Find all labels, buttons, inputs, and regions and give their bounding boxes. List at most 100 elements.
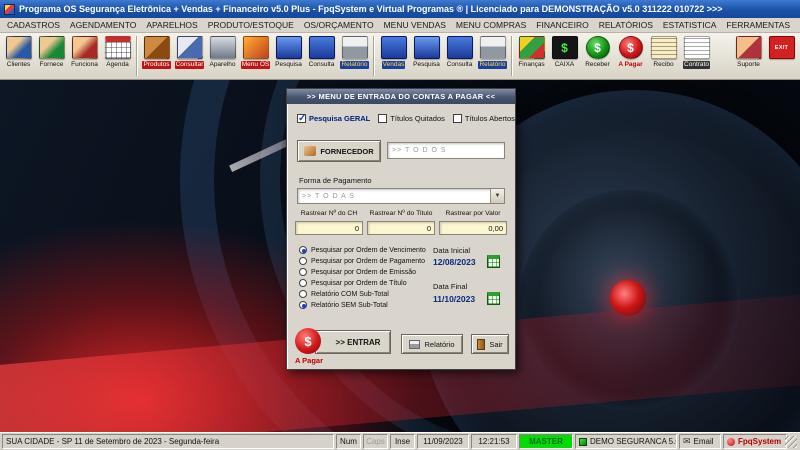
checkbox-label: Títulos Abertos [465,114,515,123]
radio-relatorio-com-subtotal[interactable]: Relatório COM Sub-Total [299,290,389,298]
toolbar-label: Consulta [308,61,336,69]
toolbar-button-financas[interactable]: Finanças [515,35,548,69]
exit-icon: EXIT [769,36,795,59]
printer-icon [409,340,420,349]
search-monitor-icon [276,36,302,59]
status-caps-lock: Caps [363,434,388,449]
toolbar-button-a-pagar[interactable]: $ A Pagar [614,35,647,69]
toolbar-button-produtos[interactable]: Produtos [140,35,173,69]
toolbar-button-pesquisa-os[interactable]: Pesquisa [272,35,305,69]
radio-ordem-vencimento[interactable]: Pesquisar por Ordem de Vencimento [299,246,426,254]
menu-os-orcamento[interactable]: OS/ORÇAMENTO [299,20,379,30]
report-printer-icon [342,36,368,59]
toolbar-separator [373,36,375,76]
brand-logo-icon [727,438,735,446]
calendar-picker-icon[interactable] [487,292,500,305]
menu-ferramentas[interactable]: FERRAMENTAS [721,20,795,30]
envelope-icon: ✉ [683,436,691,447]
menu-ajuda[interactable]: AJUDA [795,20,800,30]
toolbar-label: Produtos [142,61,170,69]
menu-estatistica[interactable]: ESTATISTICA [658,20,722,30]
checkbox-box-icon [453,114,462,123]
entrar-button[interactable]: >> ENTRAR [315,330,391,354]
radio-label: Pesquisar por Ordem de Vencimento [311,247,426,254]
data-inicial-value[interactable]: 12/08/2023 [433,257,476,267]
calendar-icon [105,36,131,59]
toolbar-button-pesquisa-vendas[interactable]: Pesquisa [410,35,443,69]
radio-ordem-titulo[interactable]: Pesquisar por Ordem de Título [299,279,407,287]
relatorio-button[interactable]: Relatório [401,334,463,354]
rastrear-titulo-field[interactable]: 0 [367,221,435,235]
forma-pagamento-label: Forma de Pagamento [299,176,372,185]
checkbox-titulos-quitados[interactable]: Títulos Quitados [378,114,445,123]
toolbar-label: CAIXA [554,61,576,69]
receive-dollar-icon: $ [586,36,610,59]
calendar-picker-icon[interactable] [487,255,500,268]
toolbar-button-consulta-vendas[interactable]: Consulta [443,35,476,69]
menu-menu-compras[interactable]: MENU COMPRAS [451,20,531,30]
toolbar-label: Suporte [736,61,761,69]
stock-lookup-icon [177,36,203,59]
menubar: CADASTROS AGENDAMENTO APARELHOS PRODUTO/… [0,18,800,33]
door-exit-icon [477,339,485,350]
clients-people-icon [6,36,32,59]
radio-label: Pesquisar por Ordem de Título [311,280,407,287]
window-title: Programa OS Segurança Eletrônica + Venda… [19,4,723,14]
status-email[interactable]: ✉ Email [679,434,721,449]
rastrear-valor-label: Rastrear por Valor [437,210,509,217]
radio-ordem-emissao[interactable]: Pesquisar por Ordem de Emissão [299,268,416,276]
menu-agendamento[interactable]: AGENDAMENTO [65,20,141,30]
checkbox-box-icon [378,114,387,123]
radio-relatorio-sem-subtotal[interactable]: Relatório SEM Sub-Total [299,301,388,309]
toolbar-button-exit[interactable]: EXIT [765,35,798,59]
toolbar-button-receber[interactable]: $ Receber [581,35,614,69]
fornecedor-field[interactable]: >> T O D O S [387,142,505,159]
toolbar-button-relatorio-os[interactable]: Relatório [338,35,371,69]
toolbar-button-consulta-os[interactable]: Consulta [305,35,338,69]
menu-menu-vendas[interactable]: MENU VENDAS [379,20,451,30]
toolbar-button-clientes[interactable]: Clientes [2,35,35,69]
toolbar-button-funcionarios[interactable]: Funciona [68,35,101,69]
toolbar-label: Consulta [446,61,474,69]
toolbar-button-caixa[interactable]: $ CAIXA [548,35,581,69]
status-brand: FpqSystem [723,434,787,449]
toolbar-label: Fornece [39,61,65,69]
menu-produto-estoque[interactable]: PRODUTO/ESTOQUE [203,20,299,30]
sair-button[interactable]: Sair [471,334,509,354]
checkbox-pesquisa-geral[interactable]: Pesquisa GERAL [297,114,370,123]
fornecedor-button[interactable]: FORNECEDOR [297,140,381,162]
toolbar-button-consultar-estoque[interactable]: Consultar [173,35,206,69]
receipt-icon [651,36,677,59]
menu-financeiro[interactable]: FINANCEIRO [531,20,593,30]
toolbar-button-vendas[interactable]: Vendas [377,35,410,69]
relatorio-button-label: Relatório [424,340,454,349]
toolbar-button-contrato[interactable]: Contrato [680,35,713,69]
resize-grip[interactable] [789,434,798,449]
menu-aparelhos[interactable]: APARELHOS [141,20,202,30]
data-final-value[interactable]: 11/10/2023 [433,294,475,304]
dialog-body: Pesquisa GERAL Títulos Quitados Títulos … [287,104,515,370]
toolbar-label: Finanças [517,61,545,69]
menu-cadastros[interactable]: CADASTROS [2,20,65,30]
toolbar-button-recibo[interactable]: Recibo [647,35,680,69]
toolbar-button-agenda[interactable]: Agenda [101,35,134,69]
toolbar-button-suporte[interactable]: Suporte [732,35,765,69]
status-time: 12:21:53 [471,434,517,449]
checkbox-row: Pesquisa GERAL Títulos Quitados Títulos … [297,114,515,123]
search-monitor-icon [414,36,440,59]
employees-people-icon [72,36,98,59]
menu-relatorios[interactable]: RELATÓRIOS [594,20,658,30]
toolbar-button-relatorio-vendas[interactable]: Relatório [476,35,509,69]
forma-pagamento-select[interactable]: >> T O D A S ▼ [297,188,505,204]
radio-ordem-pagamento[interactable]: Pesquisar por Ordem de Pagamento [299,257,425,265]
rastrear-ch-field[interactable]: 0 [295,221,363,235]
consult-monitor-icon [309,36,335,59]
toolbar-button-menu-os[interactable]: Menu OS [239,35,272,69]
sales-monitor-icon [381,36,407,59]
cash-register-icon: $ [552,36,578,59]
toolbar-label: Clientes [6,61,31,69]
checkbox-titulos-abertos[interactable]: Títulos Abertos [453,114,515,123]
toolbar-button-fornecedores[interactable]: Fornece [35,35,68,69]
toolbar-button-aparelho[interactable]: Aparelho [206,35,239,69]
rastrear-valor-field[interactable]: 0,00 [439,221,507,235]
